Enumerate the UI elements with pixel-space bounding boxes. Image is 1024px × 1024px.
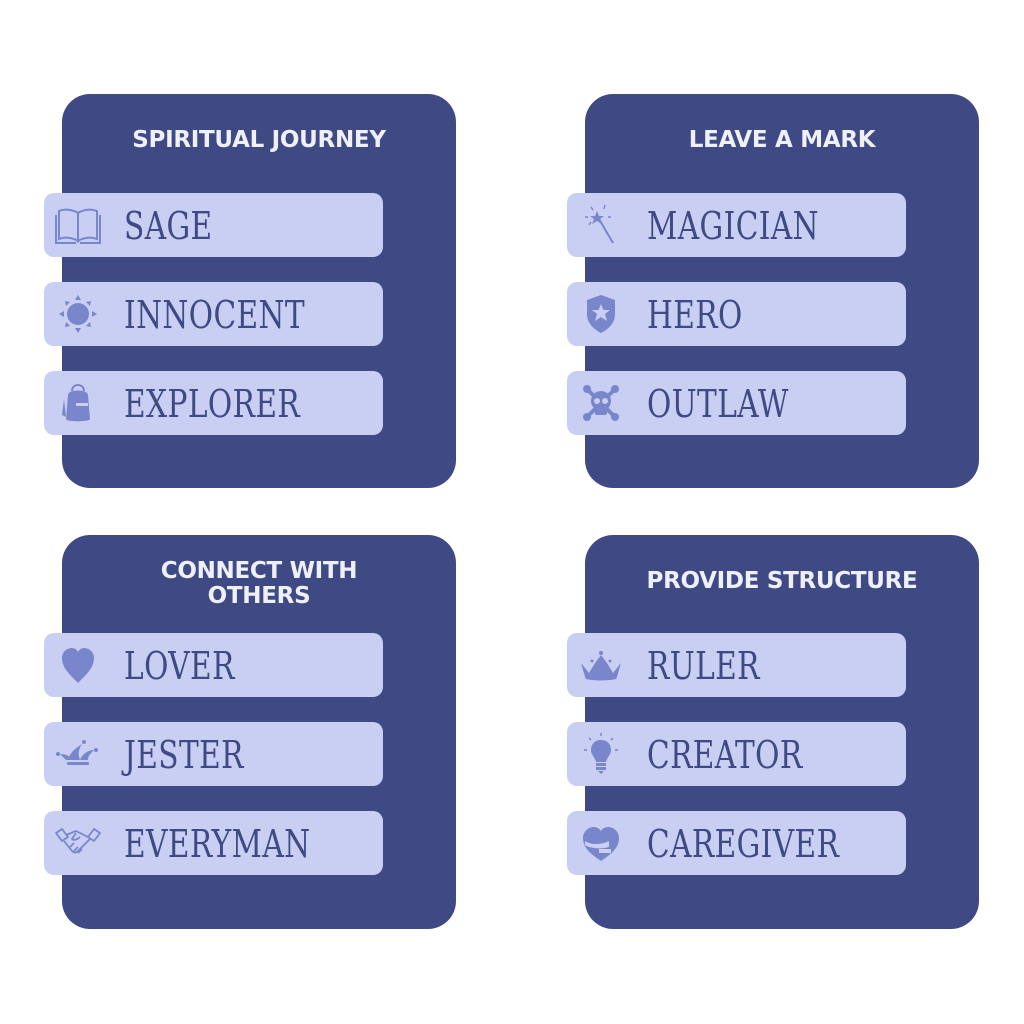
lightbulb-icon xyxy=(575,730,627,778)
archetype-label: SAGE xyxy=(124,204,213,248)
skull-crossbones-icon xyxy=(575,379,627,427)
archetype-item-magician[interactable]: MAGICIAN xyxy=(567,193,906,257)
archetype-item-outlaw[interactable]: OUTLAW xyxy=(567,371,906,435)
archetype-item-creator[interactable]: CREATOR xyxy=(567,722,906,786)
backpack-icon xyxy=(52,379,104,427)
archetype-label: EVERYMAN xyxy=(124,822,311,866)
archetype-item-lover[interactable]: LOVER xyxy=(44,633,383,697)
archetype-label: INNOCENT xyxy=(124,293,306,337)
archetype-label: MAGICIAN xyxy=(647,204,819,248)
crown-icon xyxy=(575,641,627,689)
archetype-item-everyman[interactable]: EVERYMAN xyxy=(44,811,383,875)
archetype-item-jester[interactable]: JESTER xyxy=(44,722,383,786)
archetype-label: CAREGIVER xyxy=(647,822,840,866)
archetype-label: OUTLAW xyxy=(647,382,789,426)
panel-title: LEAVE A MARK xyxy=(688,127,876,153)
heart-icon xyxy=(52,641,104,689)
archetype-item-innocent[interactable]: INNOCENT xyxy=(44,282,383,346)
archetype-label: LOVER xyxy=(124,644,235,688)
archetype-item-sage[interactable]: SAGE xyxy=(44,193,383,257)
archetype-item-caregiver[interactable]: CAREGIVER xyxy=(567,811,906,875)
archetype-item-hero[interactable]: HERO xyxy=(567,282,906,346)
hug-heart-icon xyxy=(575,819,627,867)
panel-title-line-2: OTHERS xyxy=(207,583,311,609)
archetype-label: CREATOR xyxy=(647,733,803,777)
magic-wand-icon xyxy=(575,201,627,249)
jester-hat-icon xyxy=(52,730,104,778)
archetype-label: EXPLORER xyxy=(124,382,301,426)
archetype-item-explorer[interactable]: EXPLORER xyxy=(44,371,383,435)
sun-icon xyxy=(52,290,104,338)
open-book-icon xyxy=(52,201,104,249)
shield-star-icon xyxy=(575,290,627,338)
archetype-label: RULER xyxy=(647,644,760,688)
archetype-item-ruler[interactable]: RULER xyxy=(567,633,906,697)
panel-title: SPIRITUAL JOURNEY xyxy=(132,127,386,153)
archetype-label: HERO xyxy=(647,293,743,337)
archetype-label: JESTER xyxy=(124,733,244,777)
handshake-icon xyxy=(52,819,104,867)
panel-title: PROVIDE STRUCTURE xyxy=(646,568,918,594)
panel-title-line-1: CONNECT WITH xyxy=(160,558,358,584)
